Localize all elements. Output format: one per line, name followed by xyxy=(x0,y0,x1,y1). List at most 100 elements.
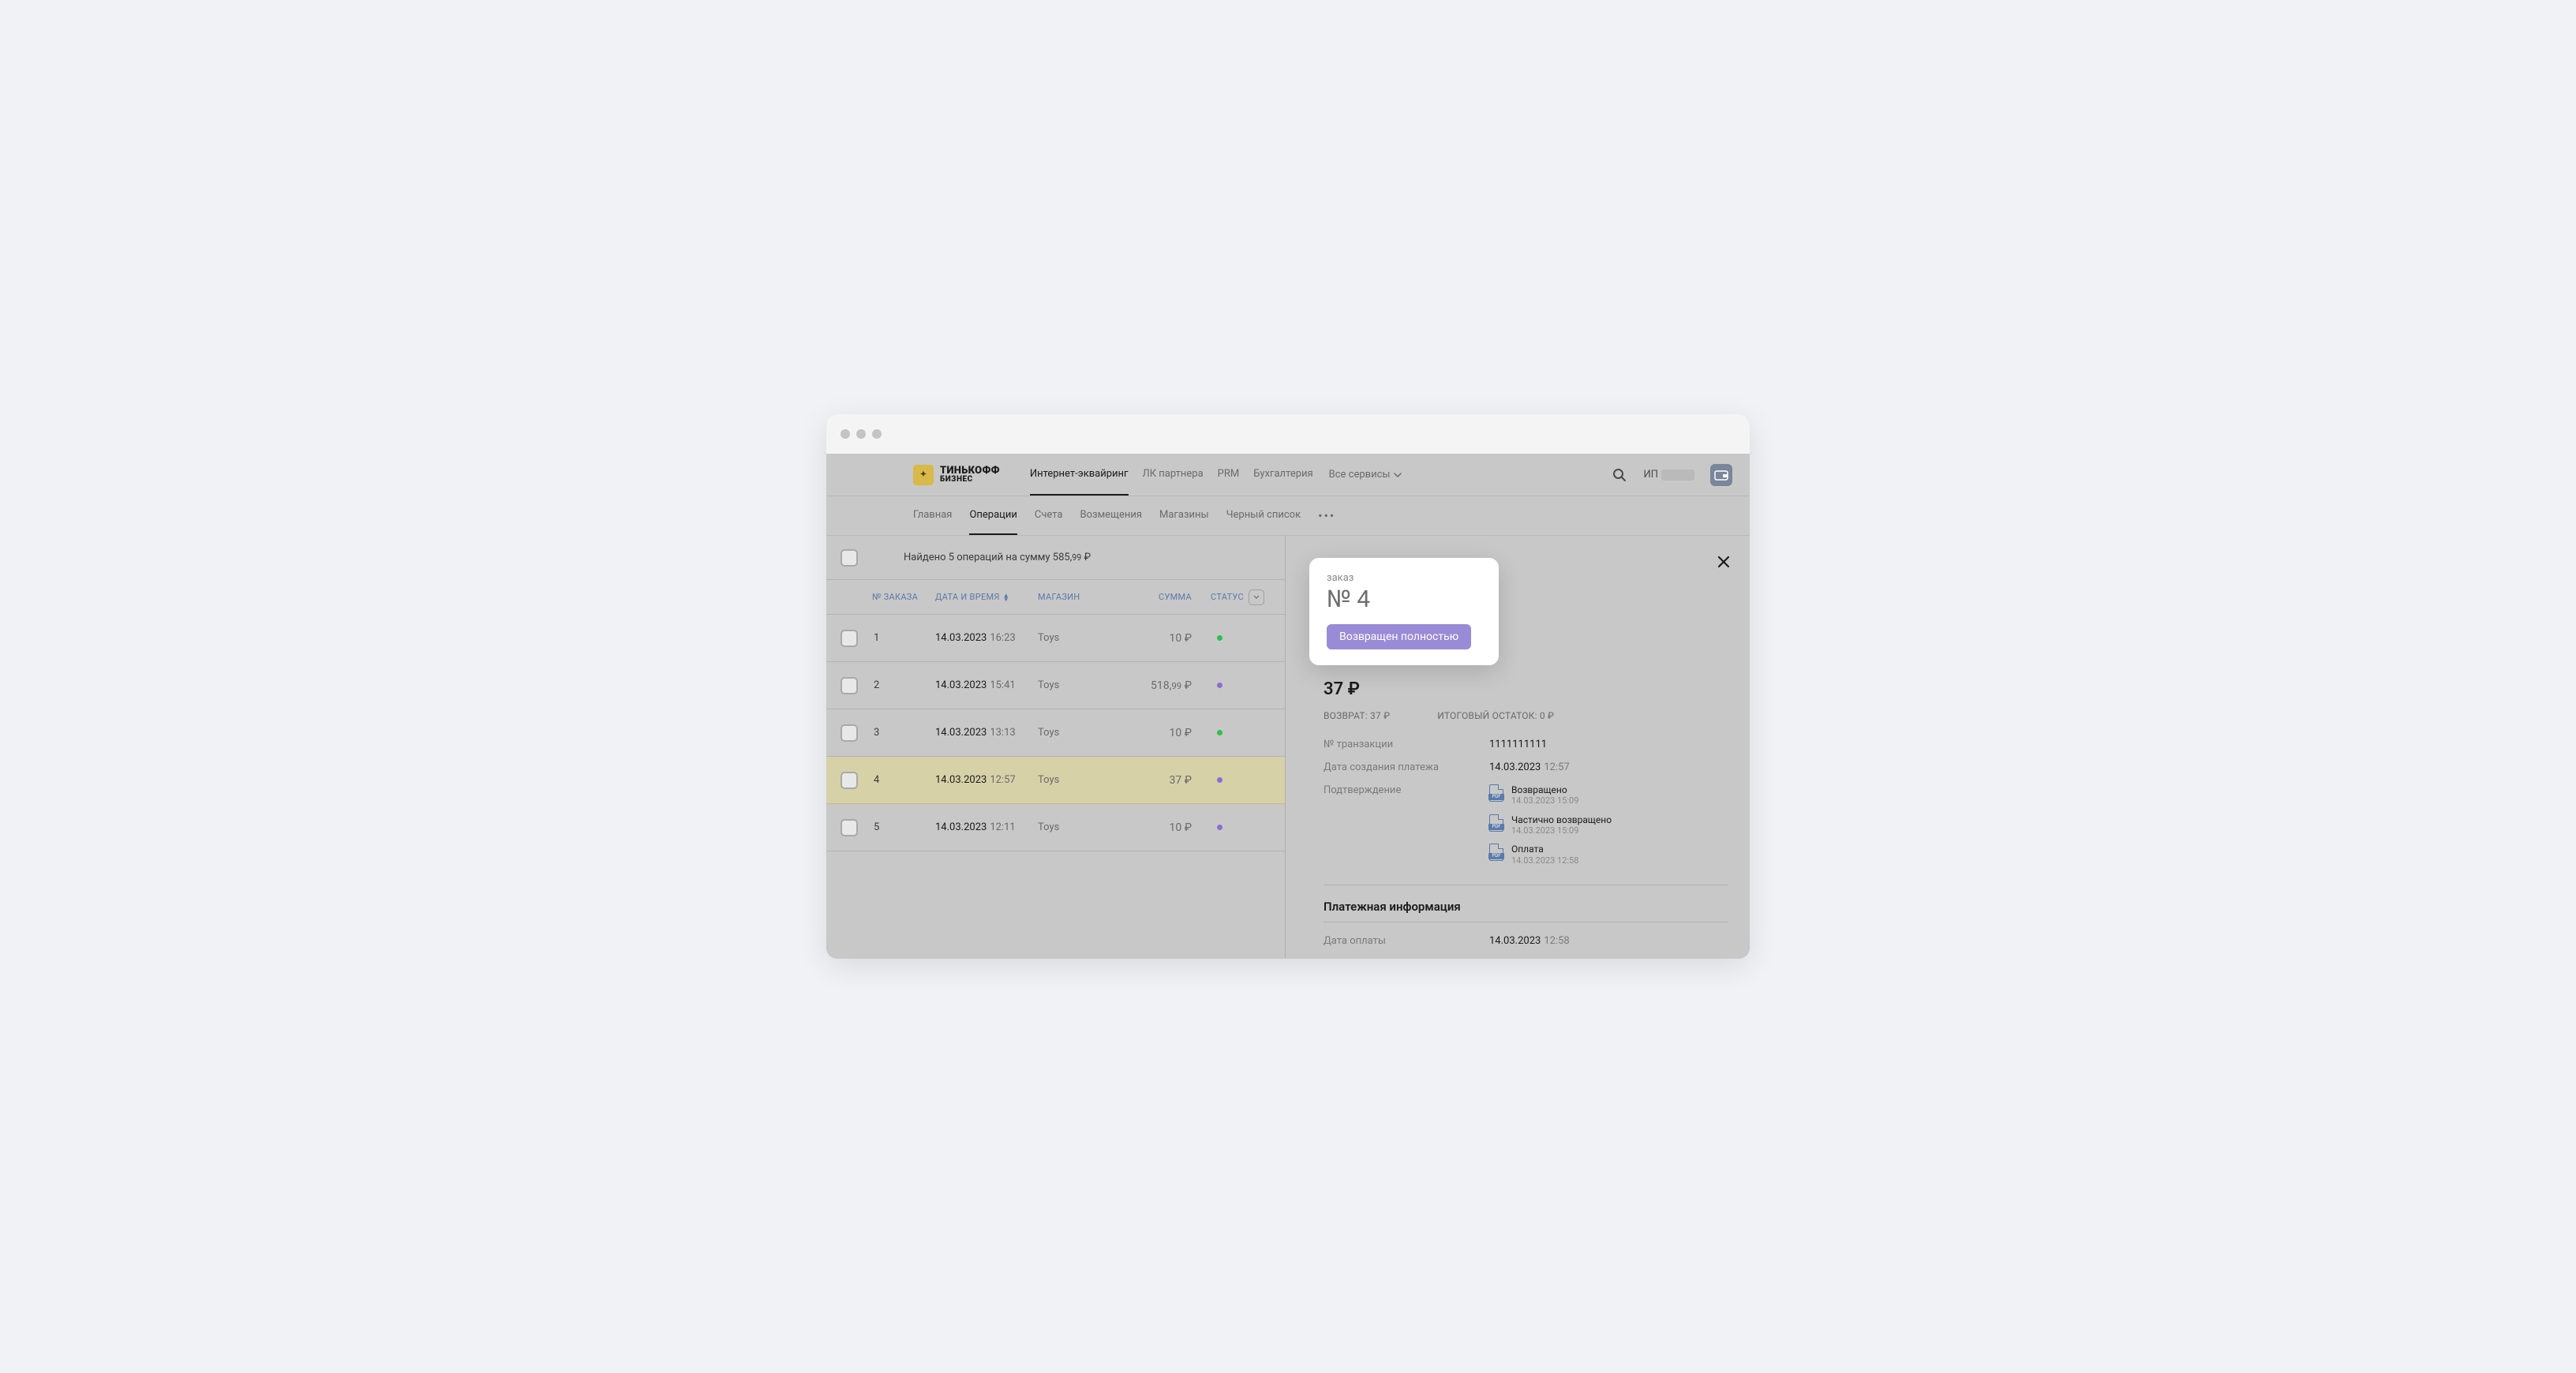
kv-transaction: № транзакции 1111111111 xyxy=(1324,739,1728,750)
logo-text: ТИНЬКОФФ БИЗНЕС xyxy=(940,466,1000,484)
table-row[interactable]: 2 14.03.202315:41 Toys 518,99 ₽ xyxy=(826,662,1285,709)
wallet-button[interactable] xyxy=(1710,464,1732,486)
subnav-invoices[interactable]: Счета xyxy=(1035,496,1063,535)
order-amount: 37 ₽ xyxy=(1324,679,1728,699)
col-date[interactable]: ДАТА И ВРЕМЯ ▲▼ xyxy=(935,592,1038,602)
cell-date: 14.03.202312:11 xyxy=(935,821,1038,833)
window-dot-min[interactable] xyxy=(856,429,866,439)
summary-row: Найдено 5 операций на сумму 585,99 ₽ xyxy=(826,536,1285,580)
subnav-shops[interactable]: Магазины xyxy=(1159,496,1209,535)
kv-txn-value: 1111111111 xyxy=(1489,739,1547,750)
cell-shop: Toys xyxy=(1038,821,1117,833)
cell-shop: Toys xyxy=(1038,727,1117,739)
row-checkbox[interactable] xyxy=(841,819,858,836)
nav-all-services[interactable]: Все сервисы xyxy=(1329,469,1402,481)
subnav-refunds[interactable]: Возмещения xyxy=(1080,496,1142,535)
kv-created-date: 14.03.2023 xyxy=(1489,761,1541,773)
col-date-label: ДАТА И ВРЕМЯ xyxy=(935,592,1000,602)
kv-created: Дата создания платежа 14.03.202312:57 xyxy=(1324,761,1728,773)
doc-timestamp: 14.03.2023 15:09 xyxy=(1511,795,1578,806)
payment-info-title: Платежная информация xyxy=(1324,900,1728,914)
kv-created-value: 14.03.202312:57 xyxy=(1489,761,1570,773)
cell-shop: Toys xyxy=(1038,632,1117,644)
subnav-operations[interactable]: Операции xyxy=(969,496,1017,535)
search-button[interactable] xyxy=(1612,467,1627,483)
window-dot-close[interactable] xyxy=(841,429,850,439)
status-dot-icon xyxy=(1217,683,1222,688)
subnav-more-button[interactable]: ••• xyxy=(1318,508,1335,523)
refund-status-badge: Возвращен полностью xyxy=(1327,624,1471,649)
order-label: заказ xyxy=(1327,572,1481,584)
cell-status xyxy=(1192,635,1271,641)
logo-crest-icon: ✦ xyxy=(913,465,934,485)
window-dot-max[interactable] xyxy=(872,429,882,439)
summary-currency: ₽ xyxy=(1081,552,1091,563)
table-row[interactable]: 1 14.03.202316:23 Toys 10 ₽ xyxy=(826,615,1285,662)
cell-date: 14.03.202313:13 xyxy=(935,727,1038,739)
user-label[interactable]: ИП xyxy=(1643,469,1694,481)
nav-prm[interactable]: PRM xyxy=(1218,454,1240,496)
main-nav: Интернет-эквайринг ЛК партнера PRM Бухга… xyxy=(1030,454,1313,496)
order-summary-card: заказ № 4 Возвращен полностью xyxy=(1309,558,1499,665)
cell-shop: Toys xyxy=(1038,679,1117,691)
logo[interactable]: ✦ ТИНЬКОФФ БИЗНЕС xyxy=(913,465,1000,485)
top-nav: ✦ ТИНЬКОФФ БИЗНЕС Интернет-эквайринг ЛК … xyxy=(826,454,1750,496)
docs-list: Возвращено 14.03.2023 15:09 Частично воз… xyxy=(1489,784,1612,866)
pdf-icon xyxy=(1489,784,1503,802)
col-order[interactable]: № ЗАКАЗА xyxy=(872,592,935,602)
doc-title: Оплата xyxy=(1511,844,1578,855)
cell-order: 1 xyxy=(872,632,935,644)
cell-sum: 10 ₽ xyxy=(1117,632,1192,645)
table-row[interactable]: 5 14.03.202312:11 Toys 10 ₽ xyxy=(826,804,1285,851)
refund-total: ВОЗВРАТ: 37 ₽ xyxy=(1324,710,1390,721)
cell-date: 14.03.202312:57 xyxy=(935,774,1038,786)
row-checkbox[interactable] xyxy=(841,724,858,742)
col-shop[interactable]: МАГАЗИН xyxy=(1038,592,1117,602)
table-row[interactable]: 4 14.03.202312:57 Toys 37 ₽ xyxy=(826,757,1285,804)
nav-internet-acquiring[interactable]: Интернет-эквайринг xyxy=(1030,454,1129,496)
balance-total: ИТОГОВЫЙ ОСТАТОК: 0 ₽ xyxy=(1437,710,1554,721)
operations-table-panel: Найдено 5 операций на сумму 585,99 ₽ № З… xyxy=(826,536,1286,959)
order-detail-panel: заказ № 4 Возвращен полностью 37 ₽ ВОЗВР… xyxy=(1286,536,1750,959)
cell-date: 14.03.202316:23 xyxy=(935,632,1038,644)
cell-status xyxy=(1192,777,1271,783)
kv-confirm-label: Подтверждение xyxy=(1324,784,1489,796)
pdf-icon xyxy=(1489,844,1503,861)
doc-title: Возвращено xyxy=(1511,784,1578,795)
status-dot-icon xyxy=(1217,825,1222,830)
doc-timestamp: 14.03.2023 15:09 xyxy=(1511,825,1612,836)
doc-timestamp: 14.03.2023 12:58 xyxy=(1511,855,1578,866)
cell-status xyxy=(1192,825,1271,830)
cell-sum: 10 ₽ xyxy=(1117,727,1192,739)
order-number: № 4 xyxy=(1327,585,1481,613)
nav-accounting[interactable]: Бухгалтерия xyxy=(1253,454,1312,496)
subnav-blacklist[interactable]: Черный список xyxy=(1226,496,1301,535)
doc-item[interactable]: Оплата 14.03.2023 12:58 xyxy=(1489,844,1612,866)
cell-order: 5 xyxy=(872,821,935,833)
search-icon xyxy=(1612,468,1627,482)
doc-title: Частично возвращено xyxy=(1511,814,1612,825)
select-all-checkbox[interactable] xyxy=(841,549,858,567)
fade-overlay xyxy=(1286,943,1750,959)
kv-txn-label: № транзакции xyxy=(1324,739,1489,750)
table-row[interactable]: 3 14.03.202313:13 Toys 10 ₽ xyxy=(826,709,1285,757)
row-checkbox[interactable] xyxy=(841,772,858,789)
row-checkbox[interactable] xyxy=(841,630,858,647)
status-dot-icon xyxy=(1217,777,1222,783)
window-titlebar xyxy=(826,414,1750,454)
status-filter-dropdown[interactable] xyxy=(1249,589,1264,605)
doc-item[interactable]: Частично возвращено 14.03.2023 15:09 xyxy=(1489,814,1612,836)
user-name-redacted xyxy=(1661,470,1694,481)
col-status-label[interactable]: СТАТУС xyxy=(1211,592,1244,602)
col-status: СТАТУС xyxy=(1192,589,1271,605)
sort-arrows-icon: ▲▼ xyxy=(1003,593,1009,601)
close-detail-button[interactable] xyxy=(1715,553,1732,571)
col-sum[interactable]: СУММА xyxy=(1117,592,1192,602)
nav-partner-lk[interactable]: ЛК партнера xyxy=(1143,454,1204,496)
doc-item[interactable]: Возвращено 14.03.2023 15:09 xyxy=(1489,784,1612,806)
pdf-icon xyxy=(1489,814,1503,832)
subnav-home[interactable]: Главная xyxy=(913,496,952,535)
table-header: № ЗАКАЗА ДАТА И ВРЕМЯ ▲▼ МАГАЗИН СУММА С… xyxy=(826,580,1285,615)
row-checkbox[interactable] xyxy=(841,677,858,694)
sub-nav: Главная Операции Счета Возмещения Магази… xyxy=(826,496,1750,536)
